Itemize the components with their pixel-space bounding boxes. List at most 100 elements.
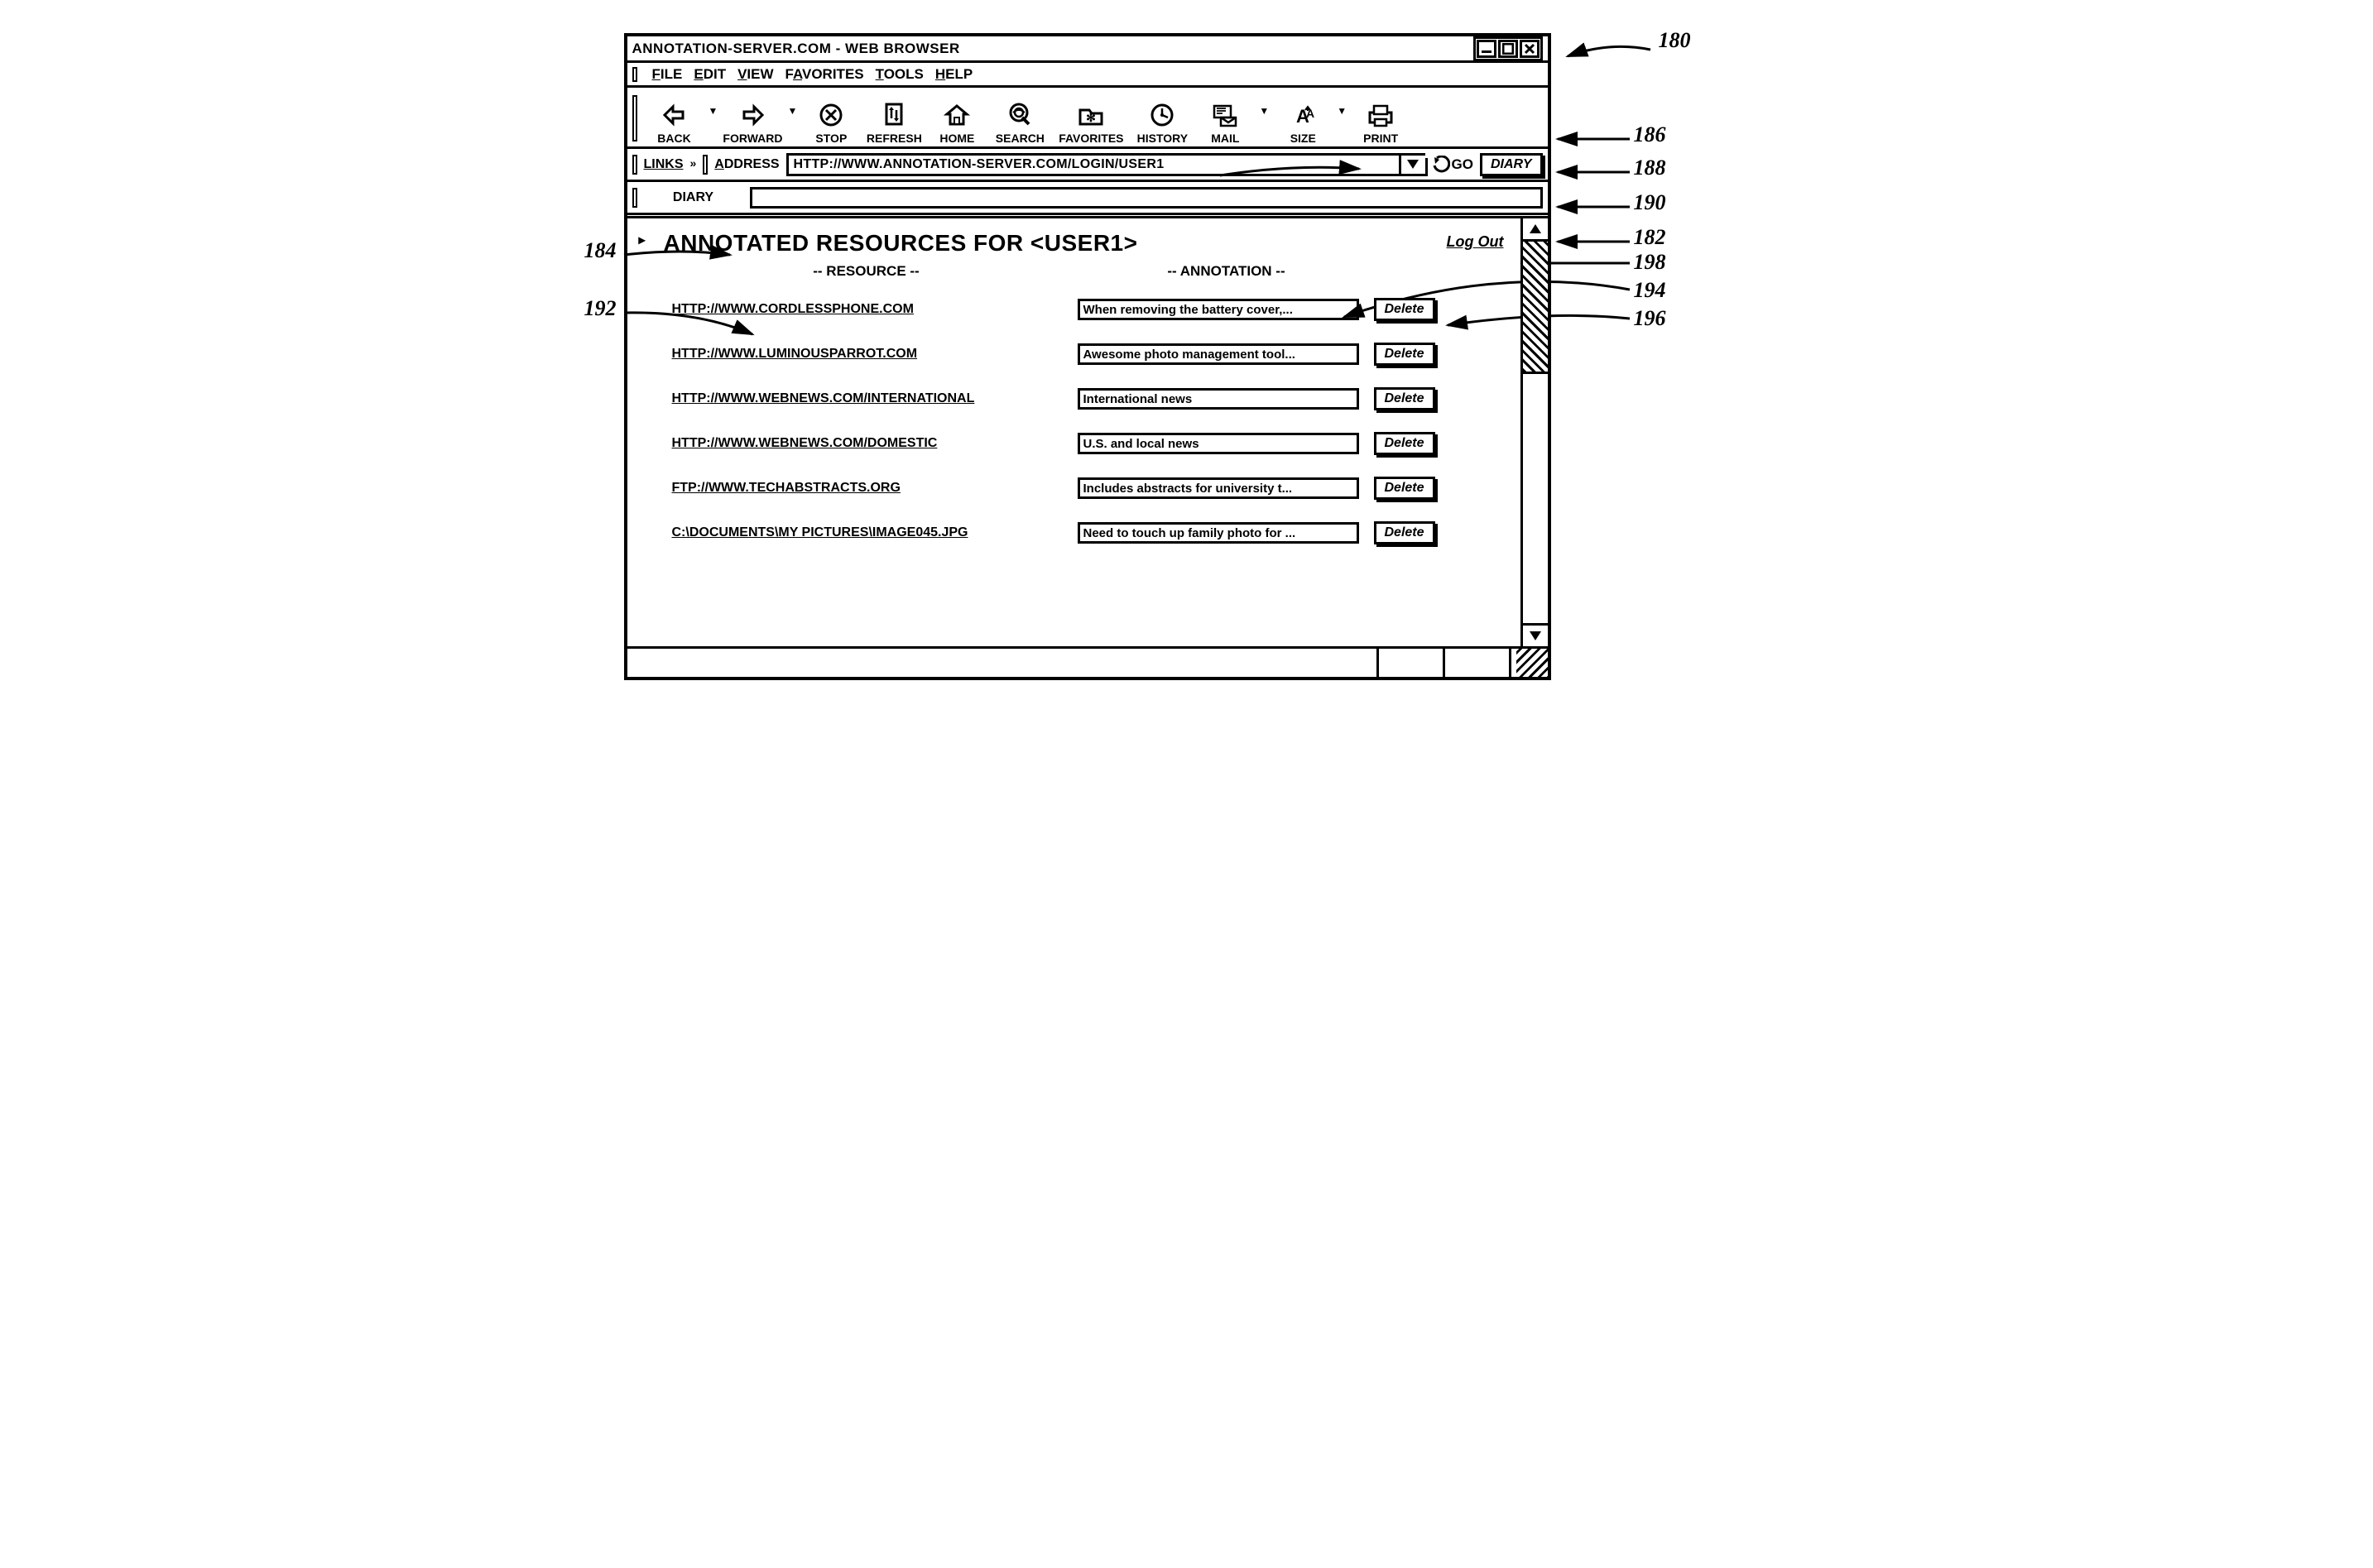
menu-view[interactable]: VIEW bbox=[737, 66, 773, 83]
refresh-button[interactable]: REFRESH bbox=[865, 100, 923, 145]
scroll-down-button[interactable] bbox=[1523, 623, 1548, 646]
table-row: C:\DOCUMENTS\MY PICTURES\IMAGE045.JPGNee… bbox=[672, 521, 1509, 544]
resource-link[interactable]: HTTP://WWW.LUMINOUSPARROT.COM bbox=[672, 347, 1078, 362]
address-grip[interactable] bbox=[703, 155, 708, 175]
mail-dropdown-icon[interactable]: ▼ bbox=[1259, 105, 1269, 132]
home-icon bbox=[944, 100, 970, 130]
links-grip[interactable] bbox=[632, 155, 637, 175]
delete-button[interactable]: Delete bbox=[1374, 298, 1435, 321]
go-icon bbox=[1432, 156, 1450, 174]
links-expand-icon[interactable]: » bbox=[690, 156, 697, 170]
forward-dropdown-icon[interactable]: ▼ bbox=[787, 105, 797, 132]
delete-button[interactable]: Delete bbox=[1374, 387, 1435, 410]
col-resource-header: -- RESOURCE -- bbox=[639, 263, 1061, 280]
address-url[interactable]: HTTP://WWW.ANNOTATION-SERVER.COM/LOGIN/U… bbox=[794, 157, 1399, 172]
callout-182: 182 bbox=[1634, 225, 1666, 250]
forward-button[interactable]: FORWARD bbox=[723, 100, 782, 145]
callout-188: 188 bbox=[1634, 156, 1666, 180]
scroll-thumb[interactable] bbox=[1523, 242, 1548, 374]
logout-link[interactable]: Log Out bbox=[1447, 233, 1504, 251]
refresh-icon bbox=[882, 100, 905, 130]
mail-button[interactable]: MAIL bbox=[1196, 100, 1254, 145]
links-label[interactable]: LINKS bbox=[644, 157, 684, 172]
refresh-label: REFRESH bbox=[867, 132, 922, 145]
diary-grip[interactable] bbox=[632, 188, 637, 208]
annotation-field[interactable]: Awesome photo management tool... bbox=[1078, 343, 1359, 365]
maximize-button[interactable] bbox=[1498, 40, 1518, 58]
history-label: HISTORY bbox=[1137, 132, 1188, 145]
history-button[interactable]: HISTORY bbox=[1133, 100, 1191, 145]
close-button[interactable] bbox=[1520, 40, 1540, 58]
scroll-up-button[interactable] bbox=[1523, 218, 1548, 242]
diary-label: DIARY bbox=[644, 190, 743, 205]
size-button[interactable]: AA SIZE bbox=[1274, 100, 1332, 145]
resource-link[interactable]: C:\DOCUMENTS\MY PICTURES\IMAGE045.JPG bbox=[672, 525, 1078, 540]
resource-link[interactable]: HTTP://WWW.WEBNEWS.COM/DOMESTIC bbox=[672, 436, 1078, 451]
annotation-field[interactable]: Need to touch up family photo for ... bbox=[1078, 522, 1359, 544]
back-dropdown-icon[interactable]: ▼ bbox=[709, 105, 718, 132]
statusbar bbox=[627, 649, 1548, 677]
scrollbar[interactable] bbox=[1523, 218, 1548, 646]
search-label: SEARCH bbox=[996, 132, 1045, 145]
go-button[interactable]: GO bbox=[1432, 156, 1473, 174]
diary-input[interactable] bbox=[750, 187, 1543, 209]
annotation-field[interactable]: When removing the battery cover,... bbox=[1078, 299, 1359, 320]
minimize-button[interactable] bbox=[1477, 40, 1496, 58]
callout-180: 180 bbox=[1659, 28, 1691, 53]
diary-button[interactable]: DIARY bbox=[1480, 153, 1543, 176]
toolbar-grip[interactable] bbox=[632, 95, 637, 141]
menu-favorites[interactable]: FAVORITES bbox=[785, 66, 864, 83]
back-label: BACK bbox=[657, 132, 690, 145]
back-button[interactable]: BACK bbox=[646, 100, 704, 145]
chevron-down-icon bbox=[1530, 631, 1541, 640]
favorites-button[interactable]: ✻ FAVORITES bbox=[1054, 100, 1128, 145]
forward-arrow-icon bbox=[739, 100, 766, 130]
home-button[interactable]: HOME bbox=[928, 100, 986, 145]
callout-196: 196 bbox=[1634, 306, 1666, 331]
favorites-icon: ✻ bbox=[1077, 100, 1105, 130]
search-button[interactable]: SEARCH bbox=[991, 100, 1049, 145]
callout-198: 198 bbox=[1634, 250, 1666, 275]
menu-edit[interactable]: EDIT bbox=[694, 66, 726, 83]
favorites-label: FAVORITES bbox=[1059, 132, 1123, 145]
resize-grip[interactable] bbox=[1511, 649, 1548, 677]
annotation-field[interactable]: Includes abstracts for university t... bbox=[1078, 477, 1359, 499]
address-dropdown-button[interactable] bbox=[1399, 156, 1425, 174]
delete-button[interactable]: Delete bbox=[1374, 521, 1435, 544]
menu-tools[interactable]: TOOLS bbox=[876, 66, 924, 83]
mail-label: MAIL bbox=[1211, 132, 1239, 145]
titlebar: ANNOTATION-SERVER.COM - WEB BROWSER bbox=[627, 36, 1548, 63]
page-content: ▸ ANNOTATED RESOURCES FOR <USER1> Log Ou… bbox=[627, 218, 1523, 646]
status-pane-1 bbox=[1379, 649, 1445, 677]
delete-button[interactable]: Delete bbox=[1374, 432, 1435, 455]
resource-link[interactable]: HTTP://WWW.WEBNEWS.COM/INTERNATIONAL bbox=[672, 391, 1078, 406]
chevron-up-icon bbox=[1530, 224, 1541, 233]
annotation-field[interactable]: International news bbox=[1078, 388, 1359, 410]
resource-link[interactable]: FTP://WWW.TECHABSTRACTS.ORG bbox=[672, 481, 1078, 496]
status-pane-2 bbox=[1445, 649, 1511, 677]
delete-button[interactable]: Delete bbox=[1374, 343, 1435, 366]
callout-186: 186 bbox=[1634, 122, 1666, 147]
stop-button[interactable]: STOP bbox=[802, 100, 860, 145]
stop-label: STOP bbox=[815, 132, 847, 145]
mail-icon bbox=[1211, 100, 1239, 130]
resource-link[interactable]: HTTP://WWW.CORDLESSPHONE.COM bbox=[672, 302, 1078, 317]
menubar-grip[interactable] bbox=[632, 67, 637, 82]
scroll-track[interactable] bbox=[1523, 242, 1548, 623]
back-arrow-icon bbox=[661, 100, 688, 130]
menu-file[interactable]: FILE bbox=[652, 66, 683, 83]
column-headers: -- RESOURCE -- -- ANNOTATION -- bbox=[639, 263, 1509, 280]
menu-help[interactable]: HELP bbox=[935, 66, 973, 83]
table-row: HTTP://WWW.LUMINOUSPARROT.COMAwesome pho… bbox=[672, 343, 1509, 366]
print-button[interactable]: PRINT bbox=[1352, 100, 1410, 145]
annotation-field[interactable]: U.S. and local news bbox=[1078, 433, 1359, 454]
delete-button[interactable]: Delete bbox=[1374, 477, 1435, 500]
table-row: HTTP://WWW.CORDLESSPHONE.COMWhen removin… bbox=[672, 298, 1509, 321]
col-annotation-header: -- ANNOTATION -- bbox=[1061, 263, 1392, 280]
page-title: ANNOTATED RESOURCES FOR <USER1> bbox=[664, 230, 1509, 257]
menubar: FILE EDIT VIEW FAVORITES TOOLS HELP bbox=[627, 63, 1548, 88]
address-bar: LINKS » ADDRESS HTTP://WWW.ANNOTATION-SE… bbox=[627, 149, 1548, 182]
table-row: HTTP://WWW.WEBNEWS.COM/DOMESTICU.S. and … bbox=[672, 432, 1509, 455]
size-dropdown-icon[interactable]: ▼ bbox=[1337, 105, 1347, 132]
address-combobox[interactable]: HTTP://WWW.ANNOTATION-SERVER.COM/LOGIN/U… bbox=[786, 153, 1425, 176]
